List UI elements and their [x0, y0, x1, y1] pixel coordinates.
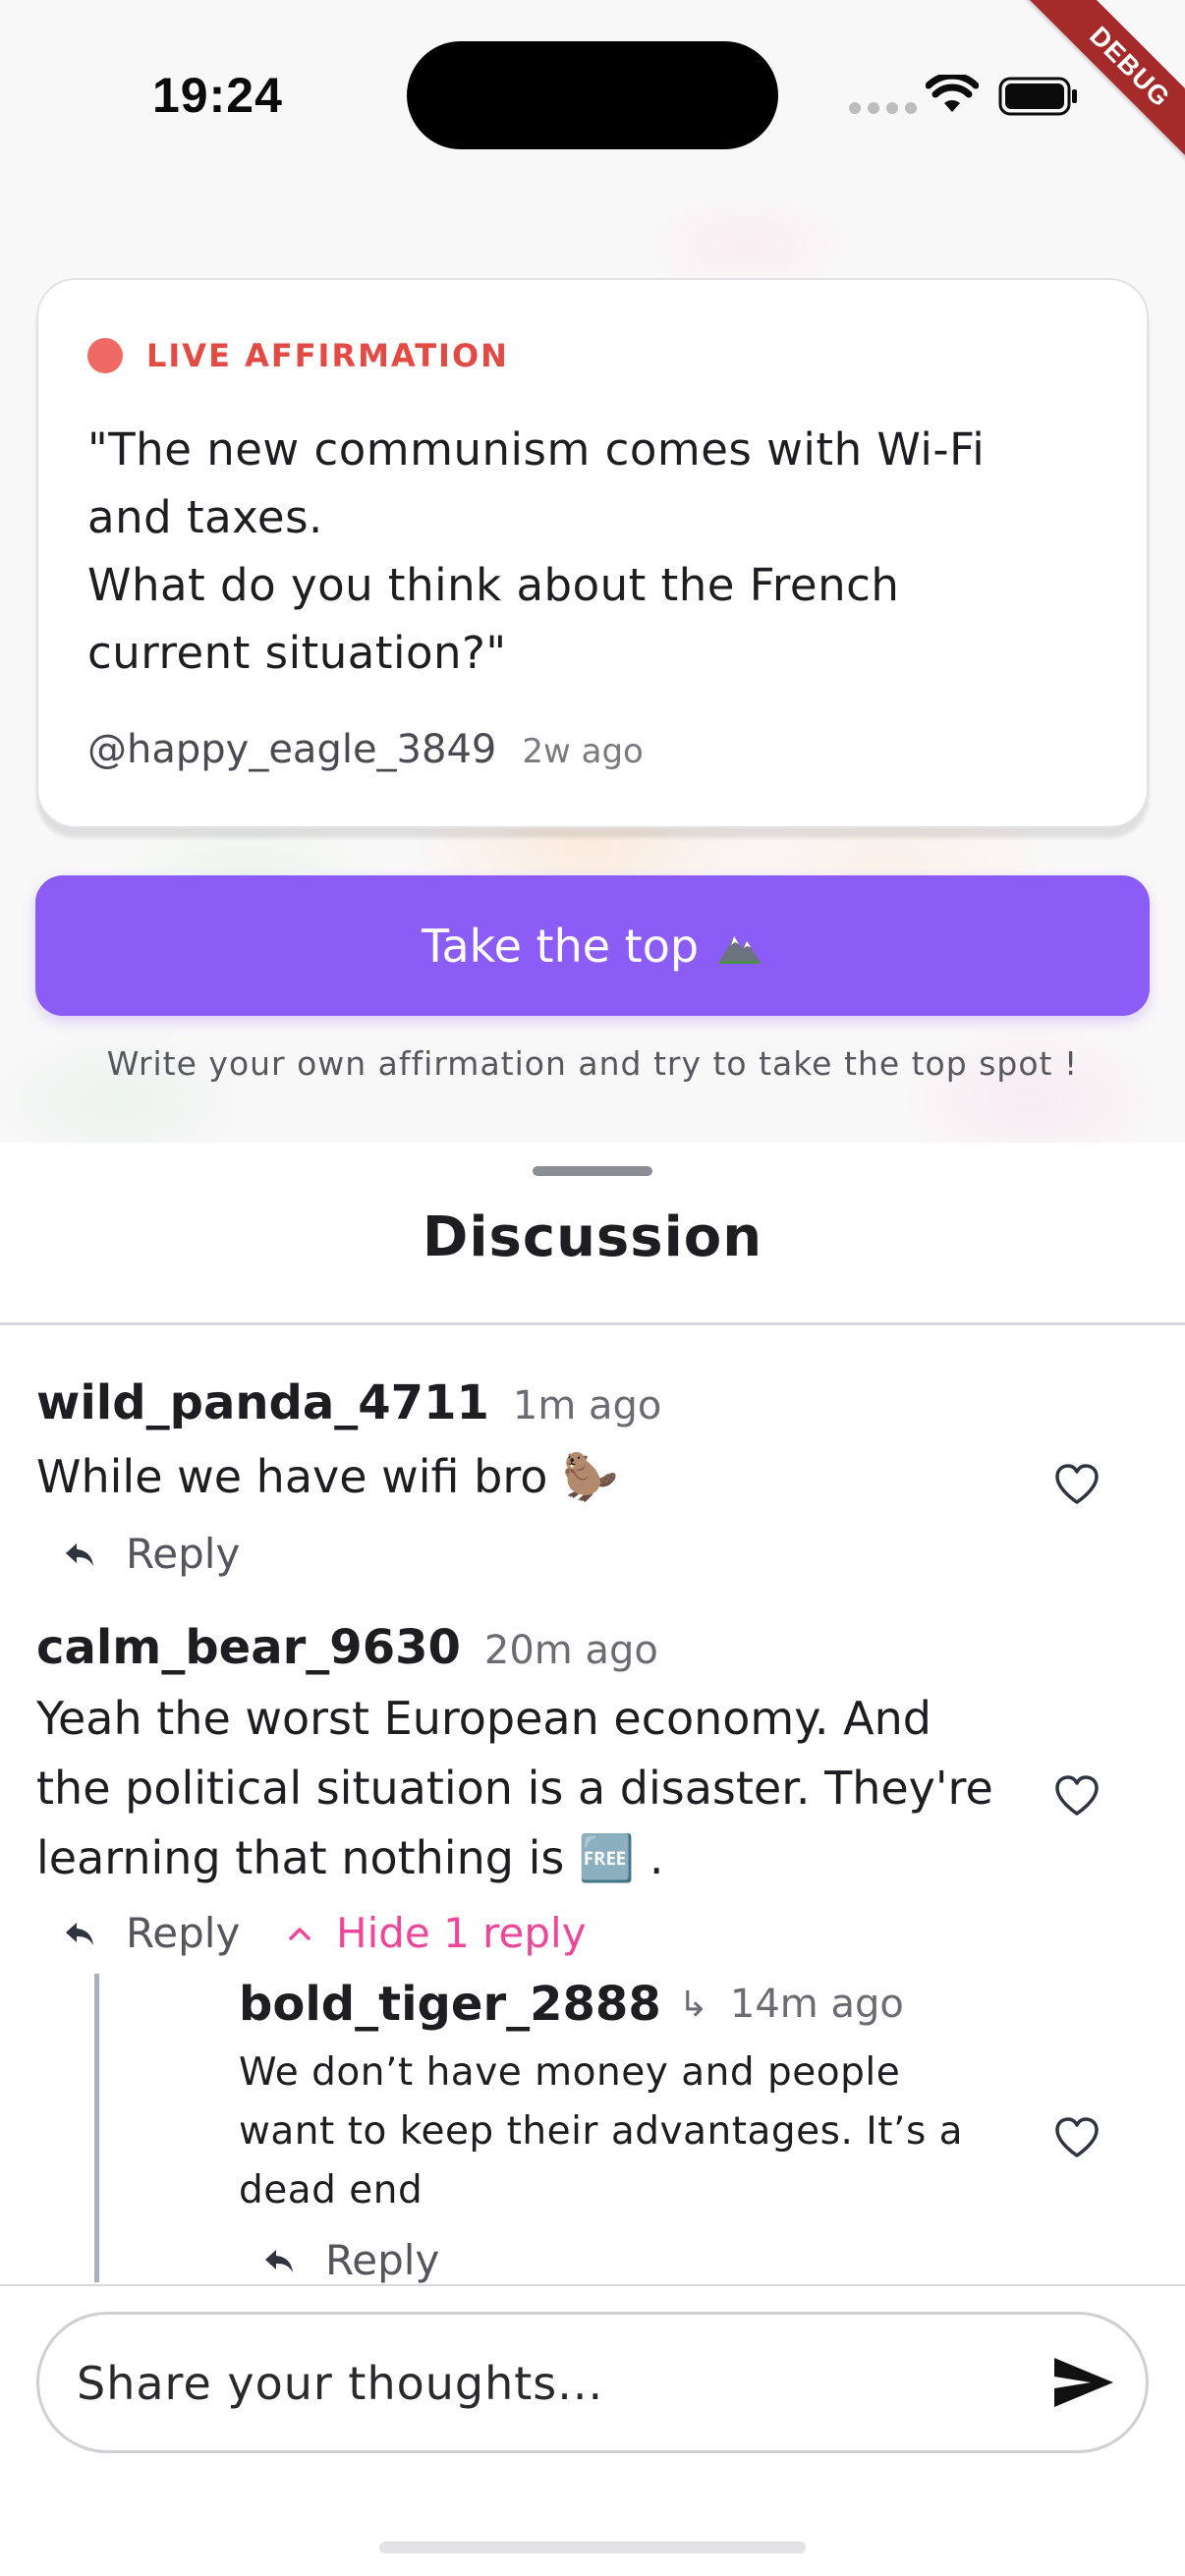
heart-icon[interactable]: [1053, 1774, 1100, 1818]
reply-username[interactable]: bold_tiger_2888: [239, 1977, 661, 2032]
discussion-title: Discussion: [422, 1205, 763, 1269]
reply-text-line: want to keep their advantages. It’s a: [239, 2109, 964, 2154]
affirmation-author[interactable]: @happy_eagle_3849: [87, 727, 496, 772]
comment-header: wild_panda_4711 1m ago: [36, 1375, 661, 1430]
send-icon[interactable]: [1051, 2354, 1116, 2411]
cellular-signal-icon: [849, 102, 917, 114]
cta-hint: Write your own affirmation and try to ta…: [106, 1044, 1079, 1083]
reply-button[interactable]: Reply: [63, 1530, 240, 1578]
affirmation-meta: @happy_eagle_3849 2w ago: [87, 727, 644, 772]
take-the-top-button[interactable]: Take the top: [35, 875, 1150, 1016]
reply-text-line: We don’t have money and people: [239, 2050, 901, 2095]
comment-time: 1m ago: [512, 1383, 662, 1428]
reply-text-line: dead end: [239, 2168, 423, 2212]
dynamic-island: [407, 41, 778, 149]
live-label: LIVE AFFIRMATION: [146, 337, 509, 374]
heart-icon[interactable]: [1053, 2116, 1100, 2159]
clock: 19:24: [152, 68, 283, 123]
comment-text: While we have wifi bro 🦫: [36, 1442, 1019, 1512]
reply-icon: [66, 1542, 93, 1566]
hide-replies-button[interactable]: Hide 1 reply: [287, 1909, 587, 1957]
wifi-icon: [926, 75, 979, 112]
chevron-up-icon: [289, 1927, 310, 1940]
comment-time: 20m ago: [483, 1628, 658, 1673]
home-indicator: [379, 2542, 806, 2553]
reply-thread-line: [94, 1974, 99, 2282]
comment-username[interactable]: calm_bear_9630: [36, 1620, 461, 1675]
comment-text: Yeah the worst European economy. And the…: [36, 1684, 1019, 1893]
reply-label: Reply: [126, 1909, 241, 1957]
quote-line: and taxes.: [87, 491, 323, 543]
reply-label: Reply: [126, 1530, 241, 1578]
sheet-drag-handle[interactable]: [533, 1166, 652, 1176]
battery-icon: [998, 77, 1077, 116]
comment-text-line: Yeah the worst European economy. And: [36, 1692, 931, 1745]
reply-time: 14m ago: [729, 1982, 904, 2027]
live-indicator: LIVE AFFIRMATION: [87, 337, 509, 374]
reply-button[interactable]: Reply: [262, 2236, 439, 2284]
quote-line: current situation?": [87, 627, 507, 679]
comment-composer: [36, 2312, 1149, 2453]
live-dot-icon: [87, 338, 123, 373]
divider: [0, 1322, 1185, 1325]
reply-header: bold_tiger_2888 ↳ 14m ago: [239, 1977, 904, 2032]
live-affirmation-card: LIVE AFFIRMATION "The new communism come…: [36, 278, 1149, 828]
reply-button[interactable]: Reply: [63, 1909, 240, 1957]
reply-text: We don’t have money and people want to k…: [239, 2044, 1025, 2220]
comment-text-line: learning that nothing is 🆓 .: [36, 1831, 664, 1884]
heart-icon[interactable]: [1053, 1463, 1100, 1506]
reply-label: Reply: [325, 2236, 440, 2284]
affirmation-quote: "The new communism comes with Wi-Fi and …: [87, 416, 1090, 687]
comment-text-line: the political situation is a disaster. T…: [36, 1762, 993, 1815]
comment-input[interactable]: [77, 2344, 1010, 2423]
reply-icon: [265, 2249, 293, 2272]
take-the-top-label: Take the top: [421, 919, 700, 973]
comment-header: calm_bear_9630 20m ago: [36, 1620, 658, 1675]
hide-replies-label: Hide 1 reply: [336, 1909, 587, 1957]
comment-text-line: While we have wifi bro 🦫: [36, 1450, 619, 1503]
divider: [0, 2284, 1185, 2286]
quote-line: "The new communism comes with Wi-Fi: [87, 423, 986, 476]
status-bar: 19:24 DEBUG: [0, 0, 1185, 196]
quote-line: What do you think about the French: [87, 559, 900, 611]
reply-arrow-icon: ↳: [678, 1984, 708, 2025]
affirmation-time: 2w ago: [522, 732, 644, 771]
comment-username[interactable]: wild_panda_4711: [36, 1375, 489, 1430]
reply-icon: [66, 1922, 93, 1945]
mountain-icon: [718, 935, 762, 964]
